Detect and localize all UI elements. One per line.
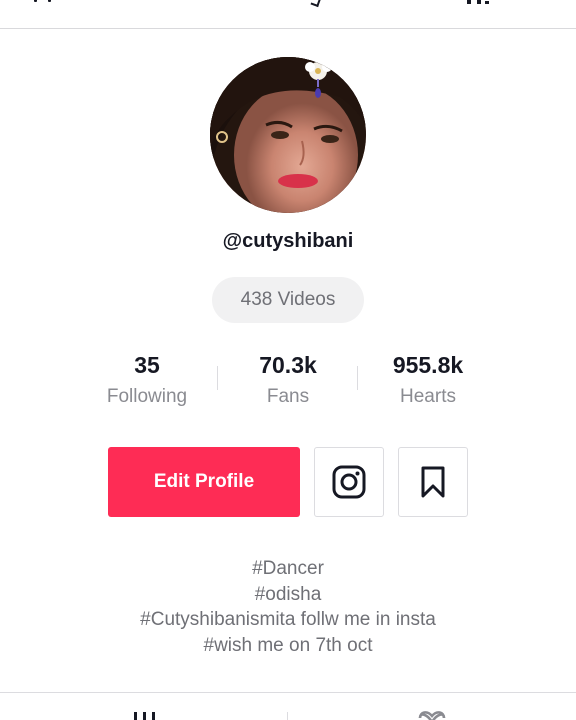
top-nav-bar bbox=[0, 0, 576, 29]
stat-fans[interactable]: 70.3k Fans bbox=[218, 350, 358, 408]
bio-line: #wish me on 7th oct bbox=[203, 634, 373, 656]
username: @cutyshibani bbox=[222, 230, 354, 252]
stat-following[interactable]: 35 Following bbox=[77, 350, 217, 408]
stat-divider bbox=[357, 366, 358, 390]
avatar-photo bbox=[210, 57, 366, 213]
stat-fans-value: 70.3k bbox=[259, 352, 317, 378]
edit-profile-button[interactable]: Edit Profile bbox=[108, 447, 300, 517]
tabs-divider bbox=[0, 692, 576, 693]
bookmark-button[interactable] bbox=[398, 447, 468, 517]
bio-line: #Dancer bbox=[252, 558, 324, 579]
instagram-button[interactable] bbox=[314, 447, 384, 517]
profile-page: @cutyshibani 438 Videos 35 Following 70.… bbox=[0, 0, 576, 720]
heart-icon bbox=[418, 711, 446, 720]
videos-count-label: 438 Videos bbox=[240, 289, 336, 310]
stat-divider bbox=[217, 366, 218, 390]
stat-hearts-label: Hearts bbox=[400, 386, 456, 407]
avatar[interactable] bbox=[210, 57, 366, 213]
profile-bio: #Dancer #odisha #Cutyshibanismita follw … bbox=[0, 556, 576, 658]
bio-line: #Cutyshibanismita follw me in insta bbox=[140, 609, 436, 630]
stat-following-value: 35 bbox=[134, 352, 160, 378]
bio-line: #odisha bbox=[254, 583, 322, 605]
bookmark-icon bbox=[421, 466, 445, 498]
account-switch-chevron-icon[interactable] bbox=[310, 0, 322, 8]
menu-icon[interactable] bbox=[467, 0, 493, 4]
stat-hearts-value: 955.8k bbox=[392, 352, 464, 378]
tab-videos[interactable] bbox=[132, 708, 158, 720]
edit-profile-label: Edit Profile bbox=[153, 471, 255, 492]
instagram-icon bbox=[332, 465, 366, 499]
tab-liked[interactable] bbox=[417, 708, 447, 720]
profile-stats: 35 Following 70.3k Fans 955.8k Hearts bbox=[0, 350, 576, 420]
videos-count-pill[interactable]: 438 Videos bbox=[212, 277, 364, 323]
tab-divider bbox=[287, 712, 288, 720]
add-friends-icon[interactable] bbox=[34, 0, 62, 4]
grid-icon bbox=[134, 712, 155, 720]
stat-fans-label: Fans bbox=[266, 386, 310, 407]
stat-following-label: Following bbox=[106, 386, 188, 407]
stat-hearts[interactable]: 955.8k Hearts bbox=[358, 350, 498, 408]
